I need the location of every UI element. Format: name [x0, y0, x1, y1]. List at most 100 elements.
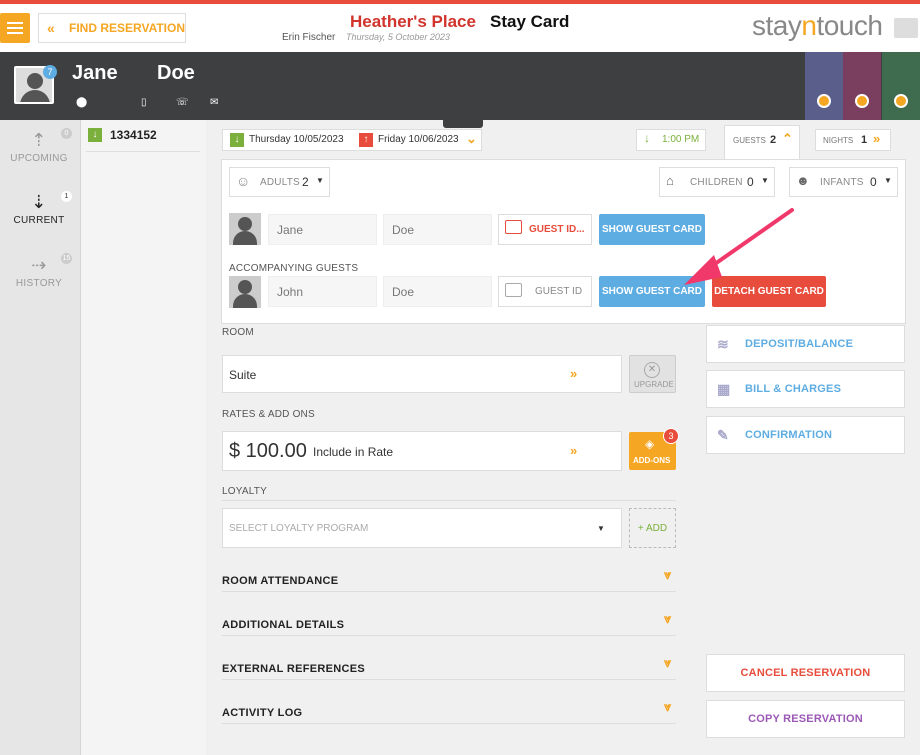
loyalty-placeholder: SELECT LOYALTY PROGRAM: [229, 523, 369, 534]
double-chevron-left-icon: «: [47, 20, 55, 36]
guests-value: 2: [770, 134, 777, 146]
find-reservation-label: FIND RESERVATION: [69, 21, 186, 35]
email-icon[interactable]: ✉: [210, 97, 218, 108]
double-chevron-right-icon: »: [873, 131, 881, 146]
graduation-cap-icon: ⌂: [666, 173, 674, 188]
arrival-time: 1:00 PM: [662, 134, 700, 145]
section-additional-details[interactable]: ADDITIONAL DETAILS: [222, 619, 344, 631]
double-chevron-down-icon[interactable]: ⩔: [664, 655, 671, 671]
chevron-up-icon: ⌃: [782, 131, 793, 146]
guests-label: GUESTS: [733, 136, 766, 145]
page-title: Stay Card: [490, 12, 570, 31]
pulse-icon[interactable]: [894, 18, 918, 38]
upcoming-count: 0: [61, 128, 72, 139]
caret-down-icon: ▼: [597, 524, 605, 533]
tile-group[interactable]: [882, 52, 920, 120]
children-label: CHILDREN: [690, 177, 743, 188]
room-type: Suite: [229, 368, 257, 382]
adults-label: ADULTS: [260, 177, 300, 188]
room-type-row[interactable]: [222, 355, 622, 393]
divider: [222, 591, 676, 592]
calculator-icon: ▦: [717, 381, 731, 397]
departure-arrow-icon: ↑: [359, 133, 373, 147]
divider: [222, 679, 676, 680]
guest-first-name: Jane: [72, 62, 118, 84]
adult-icon: ☺: [236, 173, 251, 189]
tab-handle: [443, 120, 483, 128]
arrival-date: Thursday 10/05/2023: [249, 134, 344, 145]
rates-section-label: RATES & ADD ONS: [222, 409, 315, 420]
caret-down-icon: ▼: [761, 176, 769, 185]
layers-icon: ◈: [645, 437, 655, 451]
accompanying-first-name-field[interactable]: John: [268, 276, 377, 307]
id-card-icon: [505, 220, 522, 234]
primary-last-name-field[interactable]: Doe: [383, 214, 492, 245]
section-activity-log[interactable]: ACTIVITY LOG: [222, 707, 302, 719]
infants-label: INFANTS: [820, 177, 864, 188]
user-name: Erin Fischer: [282, 32, 336, 43]
copy-reservation-button[interactable]: COPY RESERVATION: [706, 700, 905, 738]
time-arrow-icon: ↓: [644, 131, 650, 145]
guest-photo: [229, 276, 261, 308]
double-chevron-down-icon[interactable]: ⩔: [664, 699, 671, 715]
hotel-name: Heather's Place: [350, 12, 476, 31]
bill-charges-button[interactable]: ▦ BILL & CHARGES: [706, 370, 905, 408]
section-room-attendance[interactable]: ROOM ATTENDANCE: [222, 575, 338, 587]
avatar-badge: 7: [43, 65, 57, 79]
divider: [222, 723, 676, 724]
annotation-arrow: [684, 208, 794, 285]
menu-button[interactable]: [0, 13, 30, 43]
find-reservation-button[interactable]: « FIND RESERVATION: [38, 13, 186, 43]
rate-amount: $ 100.00: [229, 440, 307, 462]
arrival-arrow-icon: ↓: [88, 128, 102, 142]
accompanying-last-name-field[interactable]: Doe: [383, 276, 492, 307]
divider: [222, 635, 676, 636]
upgrade-label: UPGRADE: [634, 380, 674, 389]
confirmation-button[interactable]: ✎ CONFIRMATION: [706, 416, 905, 454]
deposit-balance-button[interactable]: ≋ DEPOSIT/BALANCE: [706, 325, 905, 363]
reservation-list: [80, 120, 206, 755]
mobile-icon[interactable]: ▯: [141, 97, 147, 108]
add-loyalty-button[interactable]: + ADD: [629, 508, 676, 548]
infants-value: 0: [870, 175, 877, 189]
departure-date: Friday 10/06/2023: [378, 134, 459, 145]
double-chevron-down-icon[interactable]: ⩔: [664, 567, 671, 583]
divider: [222, 500, 676, 501]
accompanying-guests-title: ACCOMPANYING GUESTS: [229, 263, 359, 274]
room-section-label: ROOM: [222, 327, 254, 338]
reservation-number[interactable]: 1334152: [110, 128, 157, 142]
addons-count-badge: 3: [663, 428, 679, 444]
children-value: 0: [747, 175, 754, 189]
primary-first-name-field[interactable]: Jane: [268, 214, 377, 245]
divider: [86, 151, 200, 152]
guest-photo: [229, 213, 261, 245]
id-card-icon: [505, 283, 522, 297]
guest-last-name: Doe: [157, 62, 195, 84]
pen-icon: ✎: [717, 427, 729, 443]
guest-bar: [0, 52, 920, 120]
tile-keys[interactable]: [805, 52, 843, 120]
cancel-reservation-button[interactable]: CANCEL RESERVATION: [706, 654, 905, 692]
double-chevron-down-icon[interactable]: ⩔: [664, 611, 671, 627]
close-circle-icon: ✕: [644, 362, 660, 378]
adults-value: 2: [302, 175, 309, 189]
phone-icon[interactable]: ☏: [176, 97, 189, 108]
stayntouch-logo: stayntouch: [752, 10, 883, 41]
double-chevron-right-icon: »: [570, 366, 578, 381]
tile-globe[interactable]: [843, 52, 881, 120]
arrival-arrow-icon: ↓: [230, 133, 244, 147]
loyalty-section-label: LOYALTY: [222, 486, 267, 497]
coins-icon: ≋: [717, 336, 729, 352]
nights-label: NIGHTS: [823, 136, 854, 145]
double-chevron-right-icon: »: [570, 443, 578, 458]
baby-icon: ☻: [796, 173, 810, 188]
section-external-references[interactable]: EXTERNAL REFERENCES: [222, 663, 365, 675]
business-date: Thursday, 5 October 2023: [346, 32, 450, 42]
caret-down-icon: ▼: [884, 176, 892, 185]
nights-value: 1: [861, 134, 868, 146]
current-count: 1: [61, 191, 72, 202]
location-icon[interactable]: ⬤: [76, 97, 87, 108]
rate-name: Include in Rate: [313, 445, 394, 459]
addons-label: ADD-ONS: [633, 456, 671, 465]
chevron-down-icon: ⌄: [466, 131, 477, 146]
